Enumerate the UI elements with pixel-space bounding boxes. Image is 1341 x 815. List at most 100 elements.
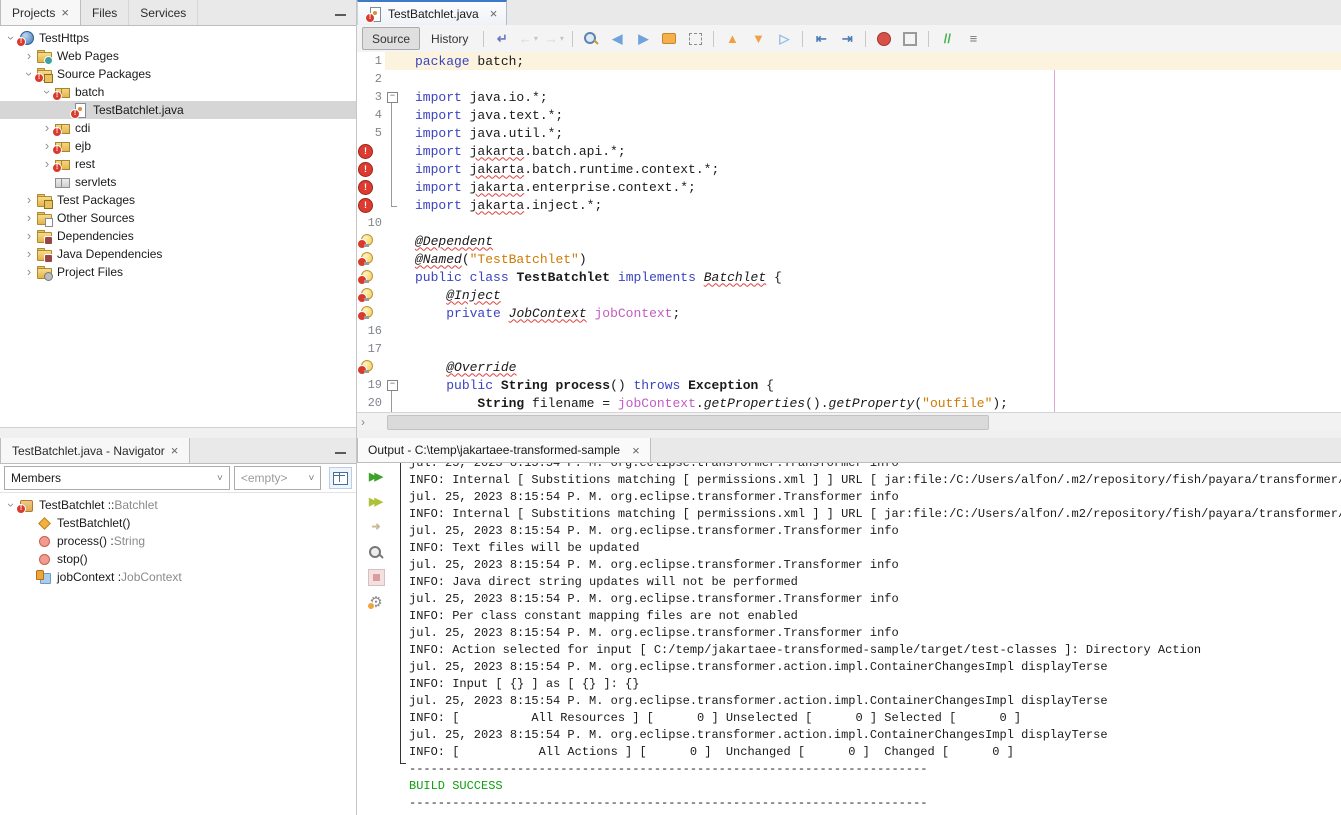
previous-bookmark-button[interactable]: ▲ (720, 28, 744, 49)
back-button[interactable]: ←▾ (516, 28, 540, 49)
error-annotation-icon[interactable]: ! (358, 198, 373, 213)
error-badge: ! (52, 127, 62, 137)
code-token (415, 378, 446, 393)
error-annotation-icon[interactable]: ! (358, 162, 373, 177)
scrollbar-thumb[interactable] (387, 415, 989, 430)
error-hint-icon[interactable] (358, 234, 372, 248)
dropdown-caret-icon[interactable]: ▾ (560, 34, 564, 43)
navigator-item-testbatchlet-[interactable]: ›TestBatchlet() (0, 514, 356, 532)
code-line: @Inject (385, 286, 1341, 304)
find-previous-button[interactable]: ◀ (605, 28, 629, 49)
chevron-collapsed-icon[interactable]: › (22, 267, 36, 277)
fold-column (385, 394, 399, 412)
chevron-collapsed-icon[interactable]: › (22, 51, 36, 61)
tree-item-ejb[interactable]: ›!ejb (0, 137, 356, 155)
tab-testbatchlet-java[interactable]: ! TestBatchlet.java × (357, 0, 507, 25)
tree-item-dependencies[interactable]: ›Dependencies (0, 227, 356, 245)
error-hint-icon[interactable] (358, 270, 372, 284)
navigator-item-process-[interactable]: ›process() : String (0, 532, 356, 550)
editor-horizontal-scrollbar[interactable]: › (357, 412, 1341, 431)
error-annotation-icon[interactable]: ! (358, 180, 373, 195)
doc-badge (45, 218, 53, 227)
output-log[interactable]: jul. 25, 2023 8:15:54 P. M. org.eclipse.… (395, 463, 1341, 815)
error-hint-icon[interactable] (358, 306, 372, 320)
run-continue-button[interactable]: ➜ (364, 517, 388, 538)
chevron-expanded-icon[interactable]: › (6, 498, 16, 512)
tab-output[interactable]: Output - C:\temp\jakartaee-transformed-s… (357, 438, 651, 462)
chevron-collapsed-icon[interactable]: › (22, 249, 36, 259)
jump-last-edit-button[interactable]: ↵ (490, 28, 514, 49)
tab-navigator[interactable]: TestBatchlet.java - Navigator × (0, 438, 190, 463)
close-icon[interactable]: × (632, 444, 640, 457)
navigator-item-testbatchlet-[interactable]: ›!TestBatchlet :: Batchlet (0, 496, 356, 514)
close-icon[interactable]: × (171, 444, 179, 457)
stop-macro-button[interactable] (898, 28, 922, 49)
rectangular-selection-button[interactable] (683, 28, 707, 49)
rerun-with-params-button[interactable]: ▶▶ (364, 492, 388, 513)
show-columns-button[interactable] (329, 467, 352, 489)
minimize-icon[interactable] (335, 452, 346, 454)
tree-item-other-sources[interactable]: ›Other Sources (0, 209, 356, 227)
member-type-label: JobContext (121, 570, 182, 584)
tree-item-rest[interactable]: ›!rest (0, 155, 356, 173)
tree-item-testbatchlet-java[interactable]: ›!TestBatchlet.java (0, 101, 356, 119)
record-macro-button[interactable] (872, 28, 896, 49)
history-button-label: History (431, 32, 468, 46)
minimize-icon[interactable] (335, 14, 346, 16)
stop-build-button[interactable] (364, 567, 388, 588)
fold-collapse-icon[interactable]: − (387, 380, 398, 391)
error-dot (357, 365, 367, 375)
output-line: ----------------------------------------… (409, 795, 1341, 812)
tree-item-source-packages[interactable]: ›!Source Packages (0, 65, 356, 83)
source-view-button[interactable]: Source (362, 27, 420, 50)
tree-item-test-packages[interactable]: ›Test Packages (0, 191, 356, 209)
highlight-matches-button[interactable] (657, 28, 681, 49)
history-view-button[interactable]: History (422, 28, 477, 49)
uncomment-button[interactable]: ≡ (961, 28, 985, 49)
chevron-collapsed-icon[interactable]: › (22, 231, 36, 241)
chevron-expanded-icon[interactable]: › (6, 31, 16, 45)
tree-item-web-pages[interactable]: ›Web Pages (0, 47, 356, 65)
tab-files[interactable]: Files (81, 0, 129, 25)
chevron-collapsed-icon[interactable]: › (22, 195, 36, 205)
shift-left-button[interactable]: ⇤ (809, 28, 833, 49)
error-hint-icon[interactable] (358, 288, 372, 302)
chevron-expanded-icon[interactable]: › (42, 85, 52, 99)
tree-item-batch[interactable]: ›!batch (0, 83, 356, 101)
shift-right-button[interactable]: ⇥ (835, 28, 859, 49)
inherited-filter-select[interactable]: <empty> ˅ (234, 466, 321, 490)
code-editor[interactable]: 12345!!!!1016171920 package batch;−impor… (357, 52, 1341, 412)
next-bookmark-button[interactable]: ▼ (746, 28, 770, 49)
error-hint-icon[interactable] (358, 252, 372, 266)
navigator-item-stop-[interactable]: ›stop() (0, 550, 356, 568)
tab-services[interactable]: Services (129, 0, 198, 25)
code-token: import (415, 198, 462, 213)
fold-column[interactable]: − (385, 376, 399, 394)
find-in-output-button[interactable] (364, 542, 388, 563)
tab-projects[interactable]: Projects× (0, 0, 81, 25)
editor-gutter[interactable]: 12345!!!!1016171920 (357, 52, 385, 412)
dropdown-caret-icon[interactable]: ▾ (534, 34, 538, 43)
close-icon[interactable]: × (490, 7, 498, 20)
chevron-expanded-icon[interactable]: › (24, 67, 34, 81)
tree-item-servlets[interactable]: ›servlets (0, 173, 356, 191)
build-settings-button[interactable]: ⚙ (364, 592, 388, 613)
tree-item-cdi[interactable]: ›!cdi (0, 119, 356, 137)
close-icon[interactable]: × (61, 6, 69, 19)
toggle-bookmark-button[interactable]: ▷ (772, 28, 796, 49)
tree-item-project-files[interactable]: ›Project Files (0, 263, 356, 281)
tree-item-java-dependencies[interactable]: ›Java Dependencies (0, 245, 356, 263)
error-annotation-icon[interactable]: ! (358, 144, 373, 159)
tree-item-testhttps[interactable]: ›!TestHttps (0, 29, 356, 47)
find-next-button[interactable]: ▶ (631, 28, 655, 49)
chevron-collapsed-icon[interactable]: › (22, 213, 36, 223)
comment-button[interactable]: // (935, 28, 959, 49)
find-button[interactable] (579, 28, 603, 49)
members-filter-select[interactable]: Members ˅ (4, 466, 230, 490)
navigator-item-jobcontext-[interactable]: ›jobContext : JobContext (0, 568, 356, 586)
rerun-build-button[interactable]: ▶▶ (364, 467, 388, 488)
fold-column[interactable]: − (385, 88, 399, 106)
forward-button[interactable]: →▾ (542, 28, 566, 49)
fold-collapse-icon[interactable]: − (387, 92, 398, 103)
error-hint-icon[interactable] (358, 360, 372, 374)
